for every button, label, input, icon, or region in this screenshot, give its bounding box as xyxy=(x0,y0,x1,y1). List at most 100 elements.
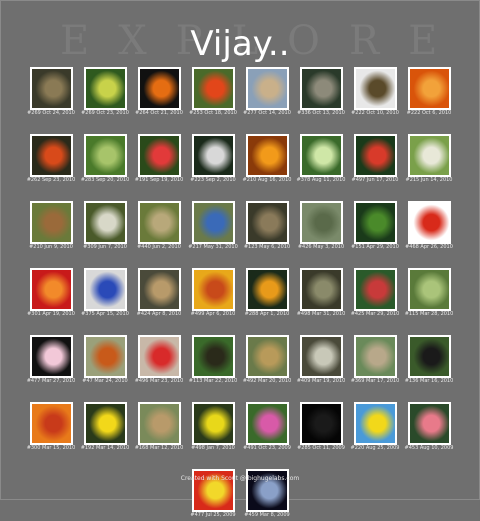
photo-thumbnail[interactable] xyxy=(300,201,343,244)
photo-image[interactable] xyxy=(248,337,287,376)
photo-image[interactable] xyxy=(302,337,341,376)
photo-thumbnail[interactable] xyxy=(246,201,289,244)
photo-image[interactable] xyxy=(410,270,449,309)
photo-tile[interactable]: #378 Aug 11, 2010 xyxy=(294,134,348,186)
photo-tile[interactable]: #453 Aug 10, 2009 xyxy=(402,402,456,454)
photo-tile[interactable]: #277 Oct 14, 2010 xyxy=(240,67,294,119)
photo-image[interactable] xyxy=(248,404,287,443)
photo-image[interactable] xyxy=(194,270,233,309)
photo-thumbnail[interactable] xyxy=(408,201,451,244)
photo-thumbnail[interactable] xyxy=(246,402,289,445)
photo-thumbnail[interactable] xyxy=(138,67,181,110)
photo-tile[interactable]: #477 Mar 27, 2010 xyxy=(24,335,78,387)
photo-image[interactable] xyxy=(32,69,71,108)
photo-image[interactable] xyxy=(140,270,179,309)
photo-tile[interactable]: #123 May 6, 2010 xyxy=(240,201,294,253)
photo-image[interactable] xyxy=(32,337,71,376)
photo-thumbnail[interactable] xyxy=(354,268,397,311)
photo-tile[interactable]: #424 Apr 8, 2010 xyxy=(132,268,186,320)
photo-tile[interactable]: #269 Oct 24, 2010 xyxy=(24,67,78,119)
photo-thumbnail[interactable] xyxy=(408,335,451,378)
photo-tile[interactable]: #47 Mar 24, 2010 xyxy=(78,335,132,387)
photo-tile[interactable]: #253 Oct 18, 2010 xyxy=(186,67,240,119)
photo-tile[interactable]: #262 Sep 23, 2010 xyxy=(24,134,78,186)
photo-tile[interactable]: #136 Mar 16, 2010 xyxy=(402,335,456,387)
photo-tile[interactable]: #492 Mar 20, 2010 xyxy=(240,335,294,387)
photo-thumbnail[interactable] xyxy=(246,67,289,110)
photo-thumbnail[interactable] xyxy=(354,402,397,445)
photo-image[interactable] xyxy=(140,203,179,242)
photo-tile[interactable]: #217 May 31, 2010 xyxy=(186,201,240,253)
photo-tile[interactable]: #215 Jun 14, 2010 xyxy=(402,134,456,186)
photo-image[interactable] xyxy=(302,270,341,309)
photo-tile[interactable]: #191 Sep 19, 2010 xyxy=(132,134,186,186)
photo-image[interactable] xyxy=(140,404,179,443)
photo-image[interactable] xyxy=(86,270,125,309)
photo-tile[interactable]: #301 Apr 19, 2010 xyxy=(24,268,78,320)
photo-tile[interactable]: #309 Jun 7, 2010 xyxy=(78,201,132,253)
photo-tile[interactable]: #285 Oct 11, 2009 xyxy=(294,402,348,454)
photo-image[interactable] xyxy=(356,270,395,309)
photo-image[interactable] xyxy=(410,203,449,242)
photo-tile[interactable]: #491 Oct 23, 2009 xyxy=(240,402,294,454)
photo-thumbnail[interactable] xyxy=(30,134,73,177)
photo-image[interactable] xyxy=(410,136,449,175)
photo-tile[interactable]: #210 Aug 16, 2010 xyxy=(240,134,294,186)
photo-thumbnail[interactable] xyxy=(300,268,343,311)
photo-tile[interactable]: #300 Mar 15, 2010 xyxy=(24,402,78,454)
photo-tile[interactable]: #210 Jun 9, 2010 xyxy=(24,201,78,253)
photo-image[interactable] xyxy=(140,69,179,108)
photo-tile[interactable]: #409 Mar 19, 2010 xyxy=(294,335,348,387)
photo-thumbnail[interactable] xyxy=(246,268,289,311)
photo-thumbnail[interactable] xyxy=(30,67,73,110)
photo-thumbnail[interactable] xyxy=(84,335,127,378)
photo-image[interactable] xyxy=(356,136,395,175)
photo-thumbnail[interactable] xyxy=(138,201,181,244)
photo-thumbnail[interactable] xyxy=(408,67,451,110)
photo-thumbnail[interactable] xyxy=(30,335,73,378)
photo-image[interactable] xyxy=(194,404,233,443)
photo-tile[interactable]: #192 Mar 14, 2010 xyxy=(78,402,132,454)
photo-image[interactable] xyxy=(356,404,395,443)
photo-thumbnail[interactable] xyxy=(354,67,397,110)
photo-tile[interactable]: #336 Oct 13, 2010 xyxy=(294,67,348,119)
photo-tile[interactable]: #468 Apr 26, 2010 xyxy=(402,201,456,253)
photo-image[interactable] xyxy=(86,69,125,108)
photo-image[interactable] xyxy=(410,337,449,376)
photo-image[interactable] xyxy=(410,404,449,443)
photo-image[interactable] xyxy=(194,337,233,376)
photo-image[interactable] xyxy=(356,203,395,242)
photo-image[interactable] xyxy=(86,203,125,242)
photo-tile[interactable]: #269 Oct 23, 2010 xyxy=(78,67,132,119)
photo-thumbnail[interactable] xyxy=(84,134,127,177)
photo-thumbnail[interactable] xyxy=(192,201,235,244)
photo-thumbnail[interactable] xyxy=(192,335,235,378)
photo-tile[interactable]: #113 Mar 22, 2010 xyxy=(186,335,240,387)
photo-thumbnail[interactable] xyxy=(246,134,289,177)
photo-tile[interactable]: #168 Mar 12, 2010 xyxy=(132,402,186,454)
photo-tile[interactable]: #426 May 3, 2010 xyxy=(294,201,348,253)
photo-thumbnail[interactable] xyxy=(300,402,343,445)
photo-tile[interactable]: #498 Mar 31, 2010 xyxy=(294,268,348,320)
photo-tile[interactable]: #151 Apr 29, 2010 xyxy=(348,201,402,253)
photo-thumbnail[interactable] xyxy=(192,67,235,110)
photo-thumbnail[interactable] xyxy=(408,268,451,311)
photo-thumbnail[interactable] xyxy=(84,67,127,110)
footer-credit[interactable]: Created with Scout @ bighugelabs.com xyxy=(0,475,480,482)
photo-image[interactable] xyxy=(32,136,71,175)
photo-tile[interactable]: #283 Sep 20, 2010 xyxy=(78,134,132,186)
photo-tile[interactable]: #425 Mar 29, 2010 xyxy=(348,268,402,320)
photo-tile[interactable]: #288 Apr 1, 2010 xyxy=(240,268,294,320)
photo-tile[interactable]: #499 Apr 6, 2010 xyxy=(186,268,240,320)
photo-thumbnail[interactable] xyxy=(138,335,181,378)
photo-tile[interactable]: #375 Apr 15, 2010 xyxy=(78,268,132,320)
photo-image[interactable] xyxy=(194,203,233,242)
photo-image[interactable] xyxy=(248,136,287,175)
photo-thumbnail[interactable] xyxy=(138,134,181,177)
photo-tile[interactable]: #497 Jun 17, 2010 xyxy=(348,134,402,186)
photo-tile[interactable]: #369 Mar 17, 2010 xyxy=(348,335,402,387)
photo-thumbnail[interactable] xyxy=(354,335,397,378)
photo-image[interactable] xyxy=(86,404,125,443)
photo-thumbnail[interactable] xyxy=(300,134,343,177)
photo-image[interactable] xyxy=(194,69,233,108)
